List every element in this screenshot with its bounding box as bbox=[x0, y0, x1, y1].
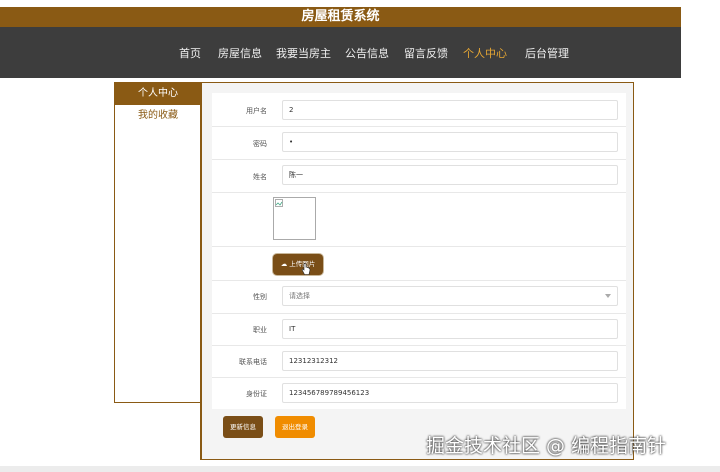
profile-form: 用户名 2 密码 • 姓名 陈一 ☁ 上传图片 性别 请选择 职业 IT 联系电… bbox=[200, 82, 634, 460]
job-label: 职业 bbox=[253, 326, 267, 334]
name-input[interactable]: 陈一 bbox=[282, 165, 618, 185]
username-label: 用户名 bbox=[246, 107, 267, 115]
chevron-down-icon bbox=[605, 294, 611, 298]
row-upload: ☁ 上传图片 bbox=[212, 246, 626, 281]
row-username: 用户名 2 bbox=[212, 93, 626, 127]
sidebar-item-personal-center[interactable]: 个人中心 bbox=[115, 83, 201, 105]
nav-feedback[interactable]: 留言反馈 bbox=[404, 45, 448, 61]
nav-personal-center[interactable]: 个人中心 bbox=[463, 45, 507, 61]
logout-button[interactable]: 退出登录 bbox=[275, 416, 315, 438]
row-id-card: 身份证 123456789789456123 bbox=[212, 377, 626, 409]
upload-image-button[interactable]: ☁ 上传图片 bbox=[273, 254, 323, 275]
row-avatar bbox=[212, 192, 626, 247]
id-card-input[interactable]: 123456789789456123 bbox=[282, 383, 618, 403]
nav-house-info[interactable]: 房屋信息 bbox=[218, 45, 262, 61]
id-card-label: 身份证 bbox=[246, 390, 267, 398]
bottom-strip bbox=[0, 466, 720, 472]
nav-become-landlord[interactable]: 我要当房主 bbox=[276, 45, 331, 61]
row-gender: 性别 请选择 bbox=[212, 280, 626, 314]
nav-announcements[interactable]: 公告信息 bbox=[345, 45, 389, 61]
top-edge bbox=[0, 0, 681, 7]
job-input[interactable]: IT bbox=[282, 319, 618, 339]
sidebar: 个人中心 我的收藏 bbox=[114, 82, 201, 403]
main-nav: 首页 房屋信息 我要当房主 公告信息 留言反馈 个人中心 后台管理 bbox=[0, 27, 681, 78]
gender-select-value: 请选择 bbox=[289, 292, 310, 300]
gender-label: 性别 bbox=[253, 293, 267, 301]
update-info-button[interactable]: 更新信息 bbox=[223, 416, 263, 438]
password-input[interactable]: • bbox=[282, 132, 618, 152]
hand-pointer-icon bbox=[301, 263, 311, 275]
watermark: 掘金技术社区 @ 编程指南针 bbox=[426, 435, 667, 457]
form-fields: 用户名 2 密码 • 姓名 陈一 ☁ 上传图片 性别 请选择 职业 IT 联系电… bbox=[212, 93, 626, 409]
gender-select[interactable]: 请选择 bbox=[282, 286, 618, 306]
cloud-upload-icon: ☁ bbox=[280, 260, 288, 268]
nav-home[interactable]: 首页 bbox=[179, 45, 201, 61]
password-label: 密码 bbox=[253, 140, 267, 148]
row-phone: 联系电话 12312312312 bbox=[212, 345, 626, 378]
row-name: 姓名 陈一 bbox=[212, 159, 626, 193]
row-job: 职业 IT bbox=[212, 313, 626, 346]
name-label: 姓名 bbox=[253, 173, 267, 181]
phone-label: 联系电话 bbox=[239, 358, 267, 366]
phone-input[interactable]: 12312312312 bbox=[282, 351, 618, 371]
username-input[interactable]: 2 bbox=[282, 100, 618, 120]
sidebar-item-favorites[interactable]: 我的收藏 bbox=[115, 105, 201, 127]
site-title: 房屋租赁系统 bbox=[0, 7, 681, 27]
broken-image-icon bbox=[275, 199, 283, 207]
row-password: 密码 • bbox=[212, 126, 626, 160]
avatar-image bbox=[273, 197, 316, 240]
nav-admin[interactable]: 后台管理 bbox=[525, 45, 569, 61]
